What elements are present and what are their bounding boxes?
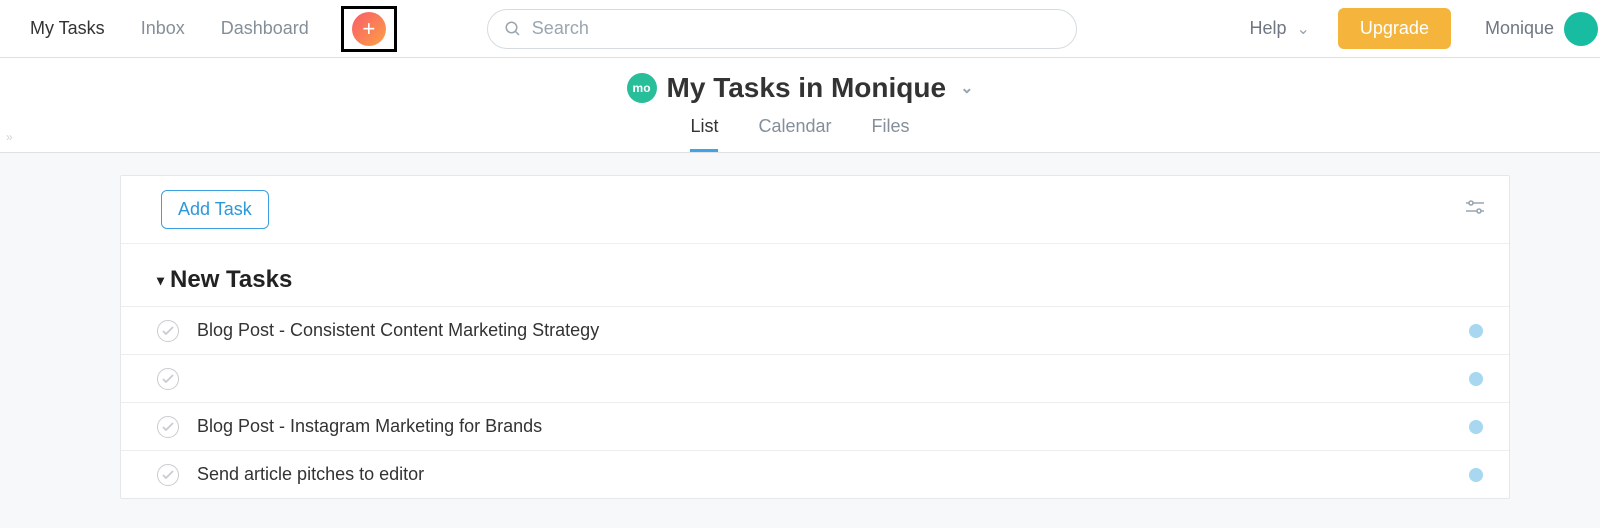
- nav-dashboard[interactable]: Dashboard: [221, 18, 309, 39]
- nav-left: My Tasks Inbox Dashboard +: [30, 6, 397, 52]
- nav-right: Help ⌄ Upgrade Monique: [1249, 8, 1580, 49]
- caret-down-icon: ▾: [157, 272, 164, 289]
- page-title-row[interactable]: mo My Tasks in Monique ⌄: [0, 72, 1600, 104]
- search-box[interactable]: [487, 9, 1077, 49]
- help-label: Help: [1249, 18, 1286, 39]
- task-row[interactable]: Blog Post - Consistent Content Marketing…: [121, 306, 1509, 354]
- expand-sidebar-handle[interactable]: »: [6, 130, 13, 144]
- check-icon: [162, 374, 174, 384]
- check-icon: [162, 470, 174, 480]
- upgrade-button[interactable]: Upgrade: [1338, 8, 1451, 49]
- task-panel: Add Task ▾ New Tasks Blog Post - Consist…: [120, 175, 1510, 499]
- task-title: Send article pitches to editor: [197, 464, 1469, 485]
- check-icon: [162, 326, 174, 336]
- nav-my-tasks[interactable]: My Tasks: [30, 18, 105, 39]
- search-container: [487, 9, 1077, 49]
- task-row[interactable]: Send article pitches to editor: [121, 450, 1509, 498]
- task-tag-dot[interactable]: [1469, 372, 1483, 386]
- panel-toolbar: Add Task: [121, 176, 1509, 244]
- content: Add Task ▾ New Tasks Blog Post - Consist…: [0, 153, 1600, 499]
- check-icon: [162, 422, 174, 432]
- search-icon: [504, 20, 522, 38]
- quick-add-highlight: +: [341, 6, 397, 52]
- user-menu[interactable]: Monique: [1485, 12, 1580, 46]
- task-tag-dot[interactable]: [1469, 324, 1483, 338]
- section-title: New Tasks: [170, 266, 292, 294]
- section-header[interactable]: ▾ New Tasks: [121, 244, 1509, 306]
- top-nav: My Tasks Inbox Dashboard + Help ⌄ Upgrad…: [0, 0, 1600, 58]
- tab-files[interactable]: Files: [872, 116, 910, 152]
- task-complete-toggle[interactable]: [157, 416, 179, 438]
- task-tag-dot[interactable]: [1469, 420, 1483, 434]
- avatar: [1564, 12, 1598, 46]
- user-name: Monique: [1485, 18, 1554, 39]
- plus-icon: +: [362, 16, 375, 42]
- workspace-avatar: mo: [627, 73, 657, 103]
- task-tag-dot[interactable]: [1469, 468, 1483, 482]
- nav-inbox[interactable]: Inbox: [141, 18, 185, 39]
- task-title: Blog Post - Consistent Content Marketing…: [197, 320, 1469, 341]
- task-complete-toggle[interactable]: [157, 320, 179, 342]
- tab-calendar[interactable]: Calendar: [758, 116, 831, 152]
- search-input[interactable]: [532, 18, 1060, 39]
- tab-list[interactable]: List: [690, 116, 718, 152]
- chevron-down-icon: ⌄: [1297, 19, 1310, 39]
- chevron-down-icon: ⌄: [960, 78, 973, 98]
- help-menu[interactable]: Help ⌄: [1249, 18, 1309, 39]
- task-complete-toggle[interactable]: [157, 464, 179, 486]
- task-complete-toggle[interactable]: [157, 368, 179, 390]
- filter-icon[interactable]: [1465, 200, 1485, 219]
- page-title: My Tasks in Monique: [667, 72, 947, 104]
- task-row[interactable]: [121, 354, 1509, 402]
- page-header: mo My Tasks in Monique ⌄ List Calendar F…: [0, 58, 1600, 153]
- task-title: Blog Post - Instagram Marketing for Bran…: [197, 416, 1469, 437]
- quick-add-button[interactable]: +: [352, 12, 386, 46]
- view-tabs: List Calendar Files: [0, 116, 1600, 152]
- task-row[interactable]: Blog Post - Instagram Marketing for Bran…: [121, 402, 1509, 450]
- add-task-button[interactable]: Add Task: [161, 190, 269, 229]
